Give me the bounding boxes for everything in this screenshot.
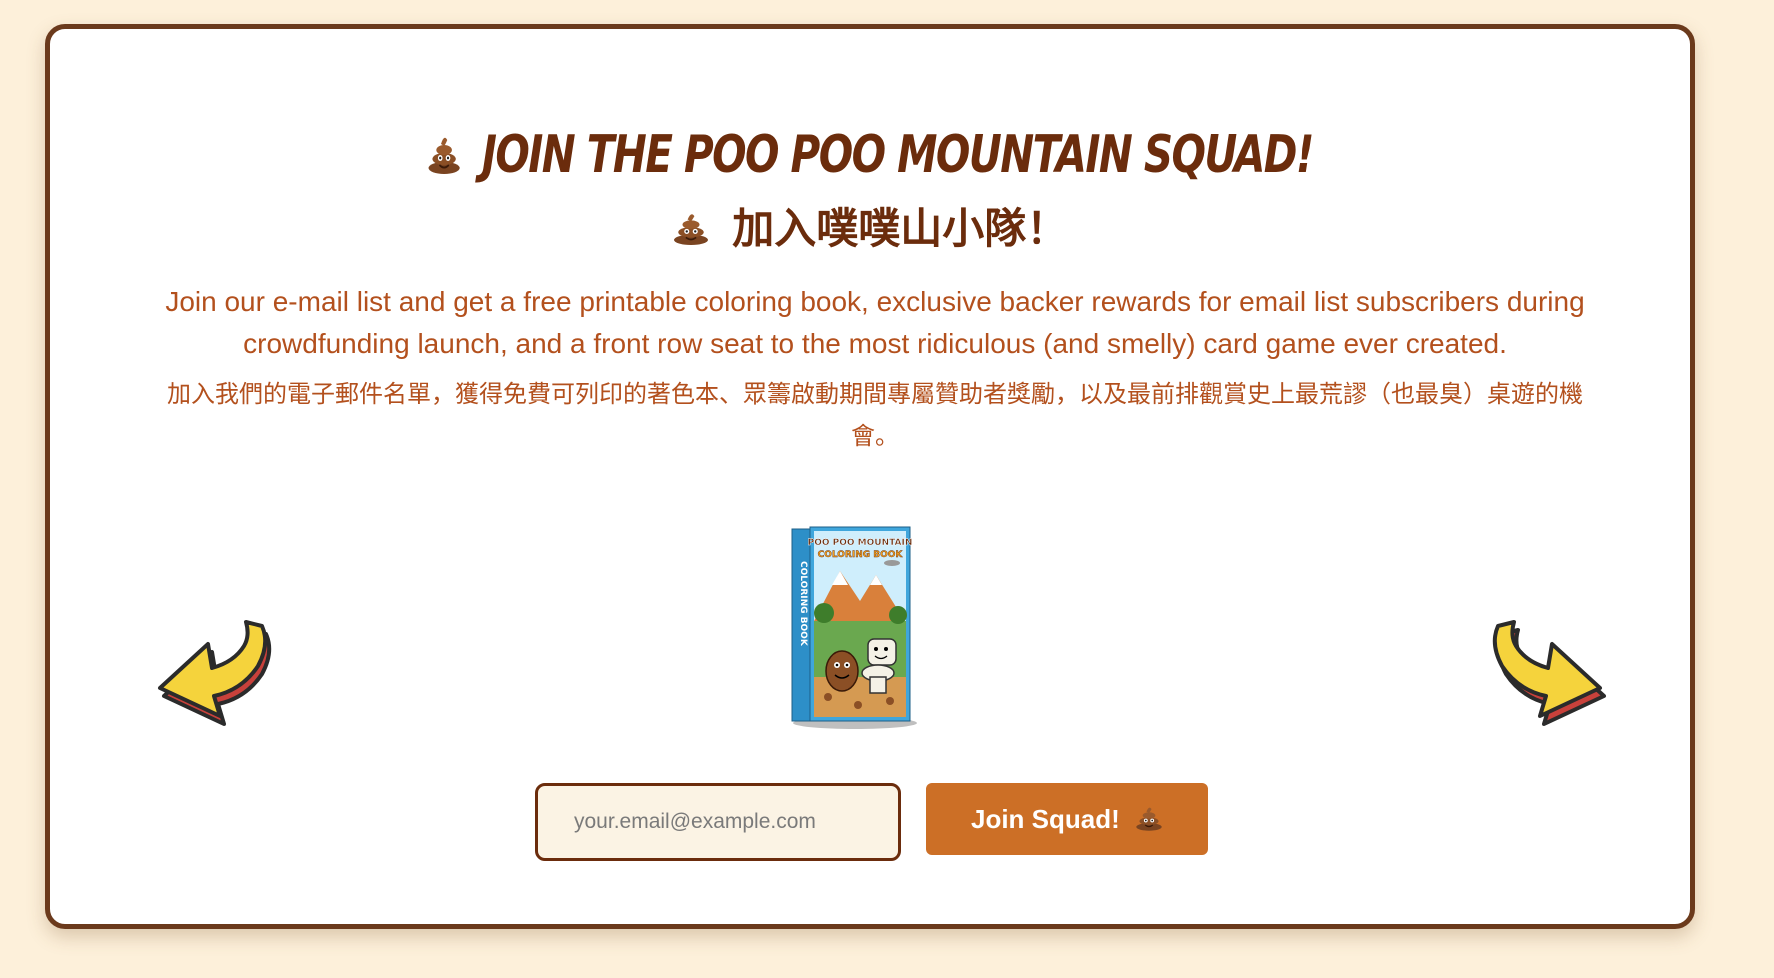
curved-arrow-down-left-icon: [158, 620, 272, 726]
email-input[interactable]: [535, 783, 901, 861]
book-title-line2: COLORING BOOK: [818, 550, 904, 560]
book-spine-text: COLORING BOOK: [798, 561, 808, 647]
title-chinese-text: 加入噗噗山小隊！: [732, 204, 1069, 253]
join-squad-button-label: Join Squad!: [970, 803, 1120, 834]
poo-emoji-icon: [428, 137, 460, 174]
signup-card: Join the Poo Poo Mountain Squad! 加入噗噗山小隊…: [45, 24, 1695, 929]
join-squad-button[interactable]: Join Squad!: [926, 783, 1208, 855]
poo-emoji-icon: [1136, 807, 1162, 831]
book-title-line1: POO POO MOUNTAIN: [808, 538, 913, 548]
title-english-text: Join the Poo Poo Mountain Squad!: [481, 125, 1315, 185]
poo-emoji-icon: [673, 213, 708, 245]
title-english: Join the Poo Poo Mountain Squad!: [230, 125, 1509, 185]
curved-arrow-down-right-icon: [1492, 620, 1606, 726]
title-chinese: 加入噗噗山小隊！: [50, 201, 1690, 257]
description-english: Join our e-mail list and get a free prin…: [165, 286, 1585, 359]
coloring-book-cover-image: COLORING BOOK POO POO MOUNTAIN COLORING …: [791, 526, 917, 729]
description-chinese: 加入我們的電子郵件名單，獲得免費可列印的著色本、眾籌啟動期間專屬贊助者獎勵，以及…: [167, 380, 1583, 450]
